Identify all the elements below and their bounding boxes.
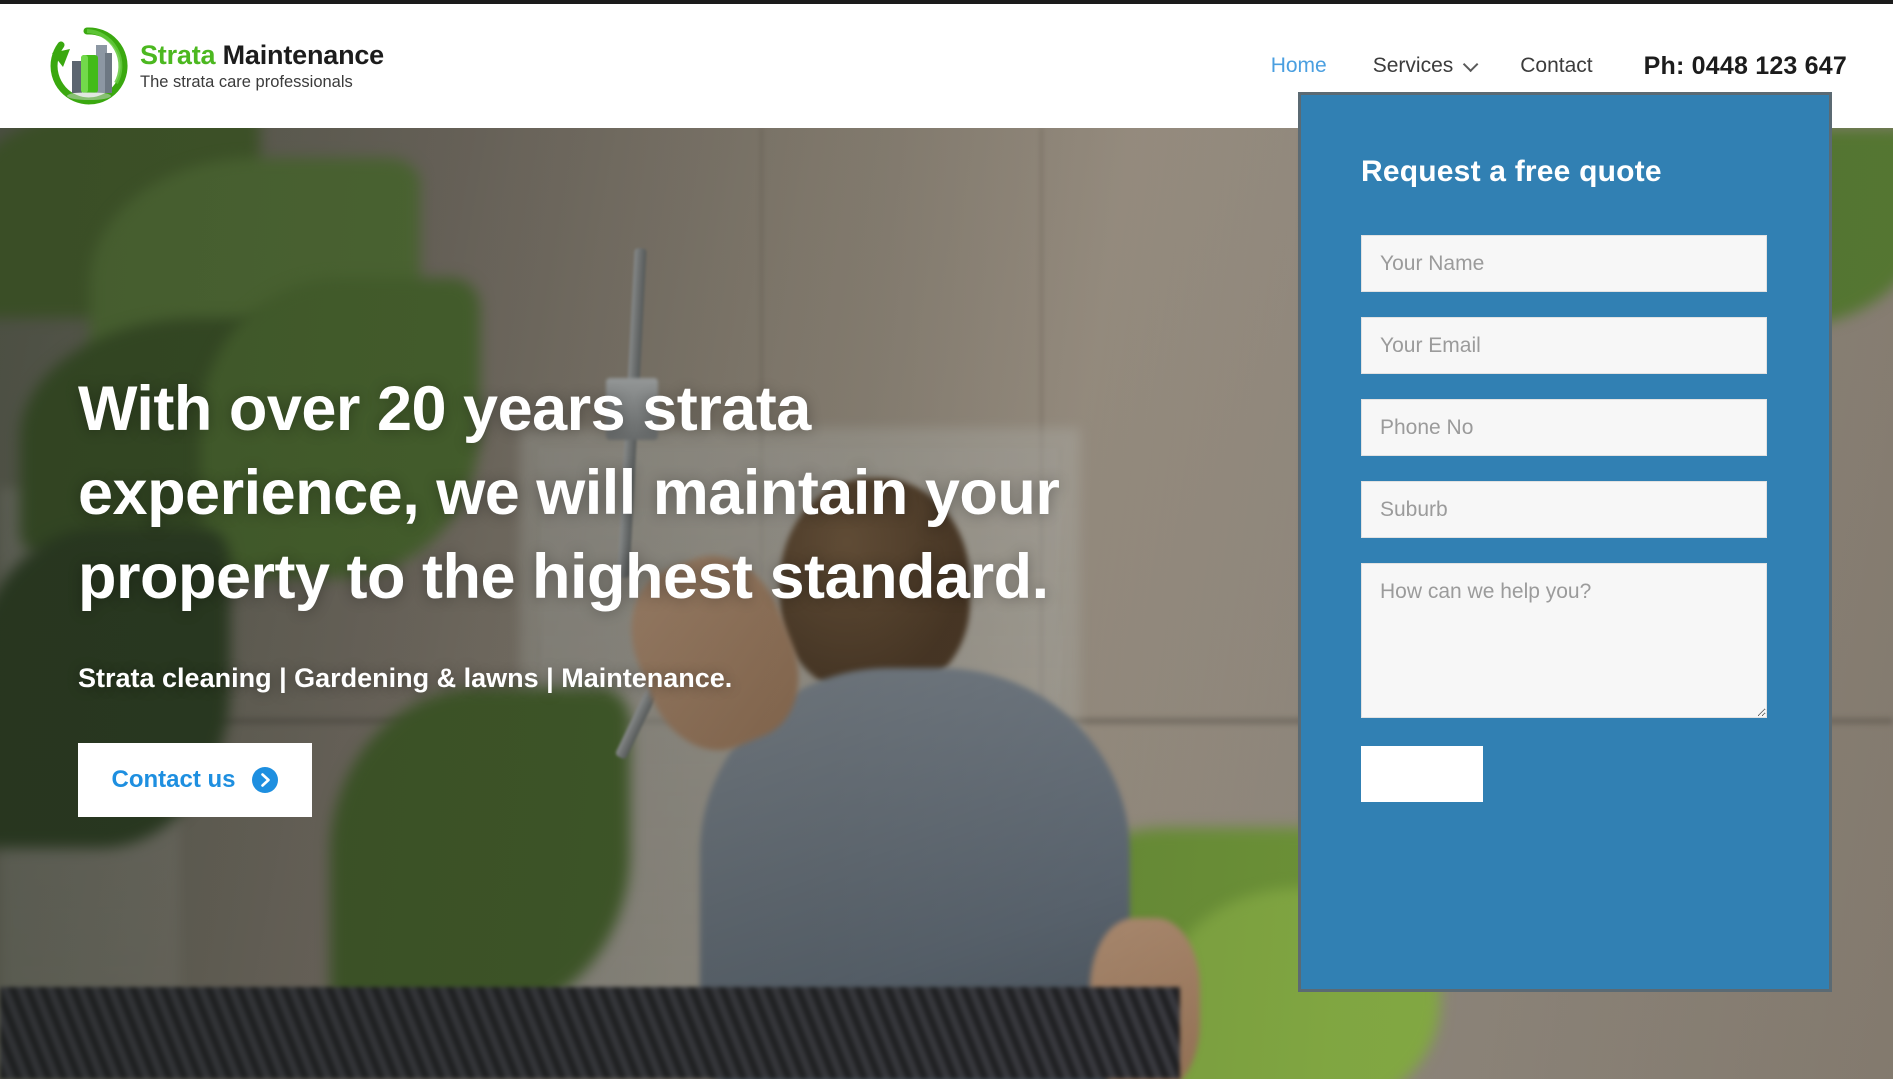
- submit-button[interactable]: [1361, 746, 1483, 802]
- page-root: Strata Maintenance The strata care profe…: [0, 0, 1893, 1079]
- your-email-input[interactable]: [1361, 317, 1767, 374]
- nav-item-home[interactable]: Home: [1248, 54, 1350, 78]
- nav-item-home-label: Home: [1270, 54, 1327, 77]
- main-navigation: Home Services Contact Ph: 0448 123 647: [1248, 52, 1847, 81]
- hero-heading: With over 20 years strata experience, we…: [78, 374, 1060, 612]
- nav-item-services-label: Services: [1372, 54, 1454, 77]
- message-textarea[interactable]: [1361, 563, 1767, 718]
- nav-item-contact-label: Contact: [1520, 54, 1593, 77]
- logo-text-block: Strata Maintenance The strata care profe…: [140, 39, 385, 92]
- nav-item-contact[interactable]: Contact: [1497, 54, 1615, 78]
- contact-us-button[interactable]: Contact us: [78, 743, 312, 818]
- contact-us-button-label: Contact us: [111, 766, 236, 794]
- hero-copy-block: With over 20 years strata experience, we…: [78, 368, 1078, 818]
- logo-title: Strata Maintenance: [140, 39, 385, 71]
- nav-item-services[interactable]: Services: [1350, 54, 1498, 78]
- logo-title-maintenance: Maintenance: [215, 39, 385, 70]
- quote-panel-title: Request a free quote: [1361, 155, 1662, 188]
- logo-tagline: The strata care professionals: [140, 73, 353, 92]
- circle-chevron-right-icon: [251, 766, 279, 794]
- hero-subheading: Strata cleaning | Gardening & lawns | Ma…: [78, 663, 733, 694]
- green-circular-arrow-buildings-logo-icon: [44, 23, 130, 109]
- request-quote-panel: Request a free quote: [1298, 92, 1832, 992]
- phone-no-input[interactable]: [1361, 399, 1767, 456]
- header-phone-number[interactable]: Ph: 0448 123 647: [1644, 52, 1847, 81]
- chevron-down-icon: [1463, 56, 1479, 72]
- logo-title-strata: Strata: [140, 39, 216, 70]
- suburb-input[interactable]: [1361, 481, 1767, 538]
- site-logo[interactable]: Strata Maintenance The strata care profe…: [44, 23, 384, 109]
- your-name-input[interactable]: [1361, 235, 1767, 292]
